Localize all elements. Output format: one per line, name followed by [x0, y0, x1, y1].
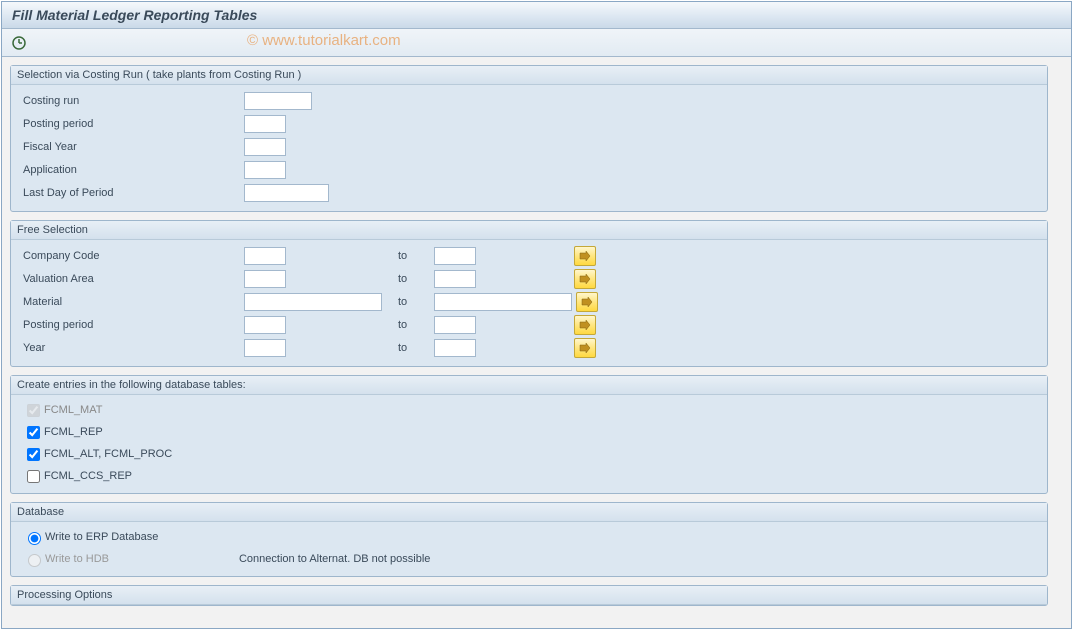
multi-select-year[interactable]	[574, 338, 596, 358]
input-fiscal-year[interactable]	[244, 138, 286, 156]
label-to-posting: to	[398, 319, 434, 331]
label-erp: Write to ERP Database	[45, 531, 158, 543]
checkbox-fcml-rep[interactable]	[27, 426, 40, 439]
checkbox-fcml-alt[interactable]	[27, 448, 40, 461]
group-costing-run: Selection via Costing Run ( take plants …	[10, 65, 1048, 212]
multi-select-posting-period[interactable]	[574, 315, 596, 335]
content-area: Selection via Costing Run ( take plants …	[2, 57, 1071, 614]
execute-icon[interactable]	[10, 34, 28, 52]
multi-select-company-code[interactable]	[574, 246, 596, 266]
label-to-valuation: to	[398, 273, 434, 285]
label-valuation-area: Valuation Area	[19, 273, 244, 285]
label-to-company: to	[398, 250, 434, 262]
input-posting-period-from[interactable]	[244, 316, 286, 334]
label-year: Year	[19, 342, 244, 354]
label-hdb-msg: Connection to Alternat. DB not possible	[239, 553, 430, 565]
label-fcml-rep: FCML_REP	[44, 426, 103, 438]
label-posting-period2: Posting period	[19, 319, 244, 331]
title-bar: Fill Material Ledger Reporting Tables	[2, 2, 1071, 29]
group-processing-options: Processing Options	[10, 585, 1048, 606]
label-last-day: Last Day of Period	[19, 187, 244, 199]
input-application[interactable]	[244, 161, 286, 179]
group-title-costing: Selection via Costing Run ( take plants …	[11, 66, 1047, 85]
multi-select-material[interactable]	[576, 292, 598, 312]
group-title-processing: Processing Options	[11, 586, 1047, 605]
input-valuation-area-to[interactable]	[434, 270, 476, 288]
watermark: © www.tutorialkart.com	[247, 32, 401, 49]
input-material-to[interactable]	[434, 293, 572, 311]
label-fcml-alt: FCML_ALT, FCML_PROC	[44, 448, 172, 460]
page-title: Fill Material Ledger Reporting Tables	[12, 7, 1061, 23]
input-costing-run[interactable]	[244, 92, 312, 110]
group-create-entries: Create entries in the following database…	[10, 375, 1048, 494]
input-material-from[interactable]	[244, 293, 382, 311]
input-posting-period-to[interactable]	[434, 316, 476, 334]
label-fiscal-year: Fiscal Year	[19, 141, 244, 153]
label-to-material: to	[398, 296, 434, 308]
radio-erp[interactable]	[28, 532, 41, 545]
group-free-selection: Free Selection Company Code to Valuation…	[10, 220, 1048, 367]
label-fcml-ccs: FCML_CCS_REP	[44, 470, 132, 482]
group-title-free: Free Selection	[11, 221, 1047, 240]
label-application: Application	[19, 164, 244, 176]
label-to-year: to	[398, 342, 434, 354]
input-company-code-to[interactable]	[434, 247, 476, 265]
group-database: Database Write to ERP Database Write to …	[10, 502, 1048, 577]
input-company-code-from[interactable]	[244, 247, 286, 265]
radio-hdb	[28, 554, 41, 567]
checkbox-fcml-mat	[27, 404, 40, 417]
toolbar: © www.tutorialkart.com	[2, 29, 1071, 57]
label-fcml-mat: FCML_MAT	[44, 404, 102, 416]
label-costing-run: Costing run	[19, 95, 244, 107]
input-last-day[interactable]	[244, 184, 329, 202]
input-year-from[interactable]	[244, 339, 286, 357]
input-valuation-area-from[interactable]	[244, 270, 286, 288]
input-posting-period[interactable]	[244, 115, 286, 133]
label-company-code: Company Code	[19, 250, 244, 262]
label-hdb: Write to HDB	[45, 553, 109, 565]
checkbox-fcml-ccs[interactable]	[27, 470, 40, 483]
input-year-to[interactable]	[434, 339, 476, 357]
group-title-database: Database	[11, 503, 1047, 522]
multi-select-valuation-area[interactable]	[574, 269, 596, 289]
label-posting-period: Posting period	[19, 118, 244, 130]
group-title-create: Create entries in the following database…	[11, 376, 1047, 395]
label-material: Material	[19, 296, 244, 308]
